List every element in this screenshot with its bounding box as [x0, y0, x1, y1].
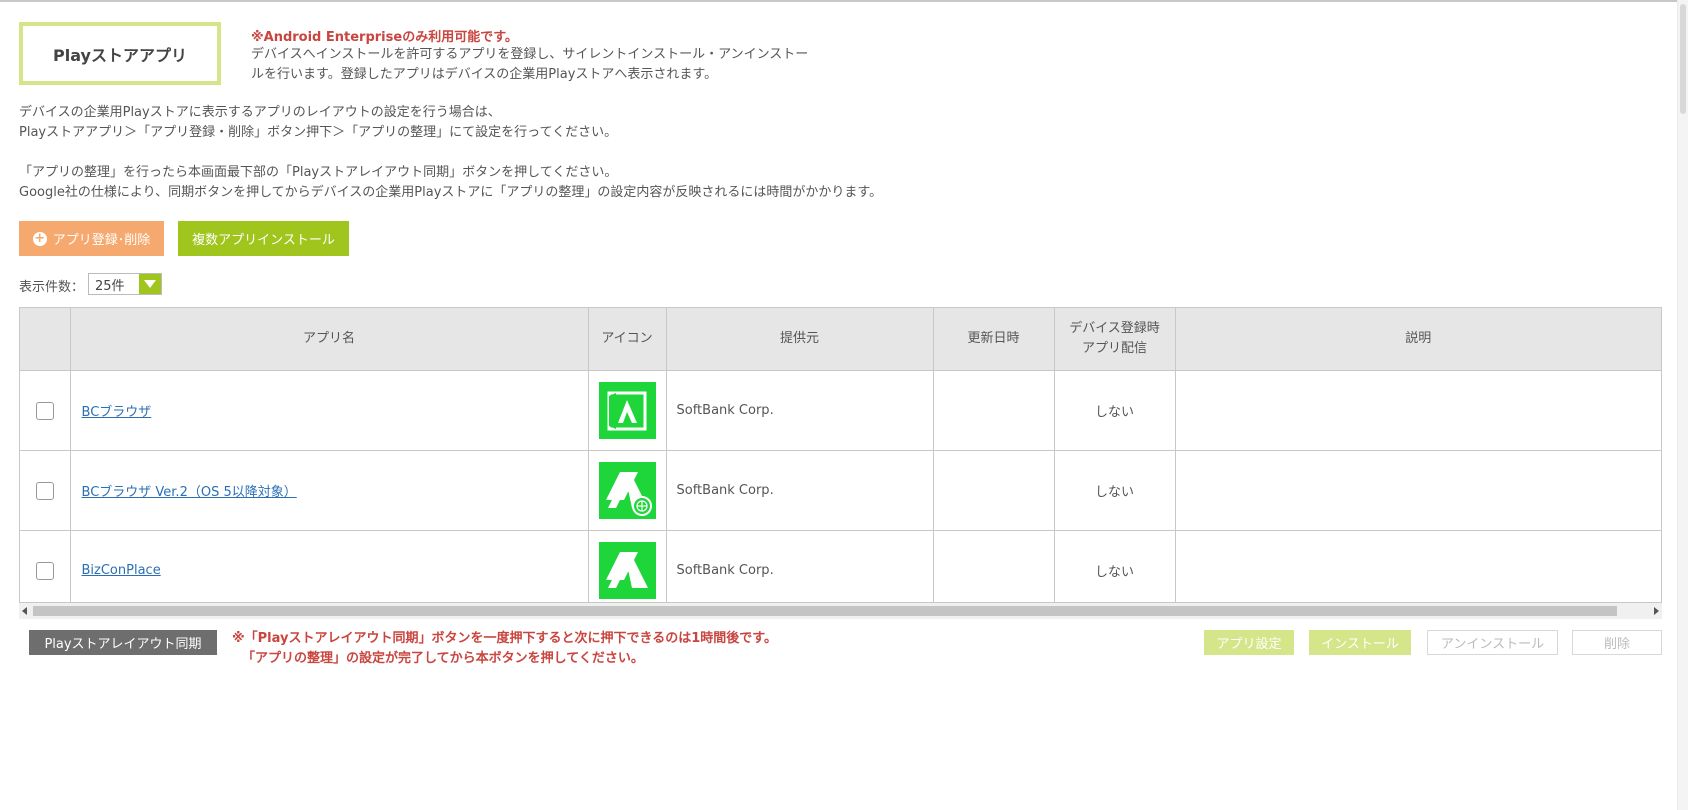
header-select	[20, 308, 71, 371]
perpage-select[interactable]: 25件	[88, 273, 162, 295]
deploy-cell: しない	[1054, 530, 1176, 602]
horizontal-scrollbar[interactable]	[19, 603, 1662, 619]
updated-cell	[933, 530, 1055, 602]
top-border	[0, 0, 1688, 2]
header-provider: 提供元	[666, 308, 934, 371]
info-line-2: Playストアアプリ＞「アプリ登録・削除」ボタン押下＞「アプリの整理」にて設定を…	[19, 125, 618, 140]
horizontal-scroll-thumb[interactable]	[33, 606, 1617, 616]
info-line-3: 「アプリの整理」を行ったら本画面最下部の「Playストアレイアウト同期」ボタンを…	[19, 165, 618, 180]
app-name-link[interactable]: BizConPlace	[72, 563, 161, 578]
row-checkbox[interactable]	[35, 401, 54, 420]
app-name-link[interactable]: BCブラウザ	[72, 405, 152, 420]
vertical-scrollbar[interactable]	[1677, 0, 1688, 810]
bc-browser-v2-icon	[598, 462, 656, 519]
provider-cell: SoftBank Corp.	[666, 450, 934, 531]
table-row: BizConPlace SoftBank Corp. しない	[20, 530, 1661, 603]
row-checkbox[interactable]	[35, 481, 54, 500]
header-app-name: アプリ名	[70, 308, 589, 371]
plus-circle-icon: +	[32, 231, 47, 246]
row-checkbox[interactable]	[35, 561, 54, 580]
header-icon: アイコン	[588, 308, 667, 371]
delete-button[interactable]: 削除	[1572, 630, 1662, 655]
sync-note-line-2: 「アプリの整理」の設定が完了してから本ボタンを押してください。	[242, 651, 644, 666]
install-button[interactable]: インストール	[1309, 630, 1411, 655]
header-deploy-line2: アプリ配信	[1081, 341, 1147, 356]
header-description: 説明	[1175, 308, 1661, 371]
scroll-right-icon[interactable]	[1654, 607, 1659, 615]
header-updated: 更新日時	[933, 308, 1055, 371]
app-table: アプリ名 アイコン 提供元 更新日時 デバイス登録時 アプリ配信 説明 BCブラ…	[19, 307, 1662, 603]
bc-browser-icon	[598, 382, 656, 439]
page-description: デバイスへインストールを許可するアプリを登録し、サイレントインストール・アンイン…	[251, 47, 809, 82]
uninstall-button[interactable]: アンインストール	[1427, 630, 1558, 655]
info-line-4: Google社の仕様により、同期ボタンを押してからデバイスの企業用Playストア…	[19, 185, 883, 200]
perpage-value: 25件	[95, 278, 125, 294]
dropdown-arrow-icon[interactable]	[139, 274, 161, 294]
provider-cell: SoftBank Corp.	[666, 530, 934, 602]
android-enterprise-notice: ※Android Enterpriseのみ利用可能です。	[251, 30, 518, 45]
deploy-cell: しない	[1054, 370, 1176, 451]
register-delete-label: アプリ登録･削除	[52, 233, 151, 248]
table-row: BCブラウザ Ver.2（OS 5以降対象） SoftBank Corp. しな…	[20, 450, 1661, 531]
vertical-scroll-thumb[interactable]	[1680, 4, 1686, 114]
sync-note-line-1: ※「Playストアレイアウト同期」ボタンを一度押下すると次に押下できるのは1時間…	[232, 631, 777, 646]
bizconplace-icon	[598, 542, 656, 599]
scroll-left-icon[interactable]	[22, 607, 27, 615]
table-header-row: アプリ名 アイコン 提供元 更新日時 デバイス登録時 アプリ配信 説明	[20, 308, 1661, 371]
table-row: BCブラウザ SoftBank Corp. しない	[20, 370, 1661, 451]
perpage-label: 表示件数：	[19, 280, 85, 295]
header-deploy-line1: デバイス登録時	[1069, 321, 1160, 336]
page-title: Playストアアプリ	[19, 22, 221, 85]
deploy-cell: しない	[1054, 450, 1176, 531]
bulk-install-button[interactable]: 複数アプリインストール	[178, 221, 349, 256]
app-name-link[interactable]: BCブラウザ Ver.2（OS 5以降対象）	[72, 485, 297, 500]
header-deploy: デバイス登録時 アプリ配信	[1054, 308, 1176, 371]
description-cell	[1175, 531, 1661, 603]
info-line-1: デバイスの企業用Playストアに表示するアプリのレイアウトの設定を行う場合は、	[19, 105, 501, 120]
playstore-layout-sync-button[interactable]: Playストアレイアウト同期	[29, 630, 217, 655]
app-settings-button[interactable]: アプリ設定	[1204, 630, 1294, 655]
description-cell	[1175, 450, 1661, 531]
provider-cell: SoftBank Corp.	[666, 370, 934, 451]
sync-note: ※「Playストアレイアウト同期」ボタンを一度押下すると次に押下できるのは1時間…	[232, 629, 777, 669]
register-delete-button[interactable]: + アプリ登録･削除	[19, 221, 164, 256]
updated-cell	[933, 370, 1055, 451]
updated-cell	[933, 450, 1055, 531]
description-cell	[1175, 370, 1661, 451]
